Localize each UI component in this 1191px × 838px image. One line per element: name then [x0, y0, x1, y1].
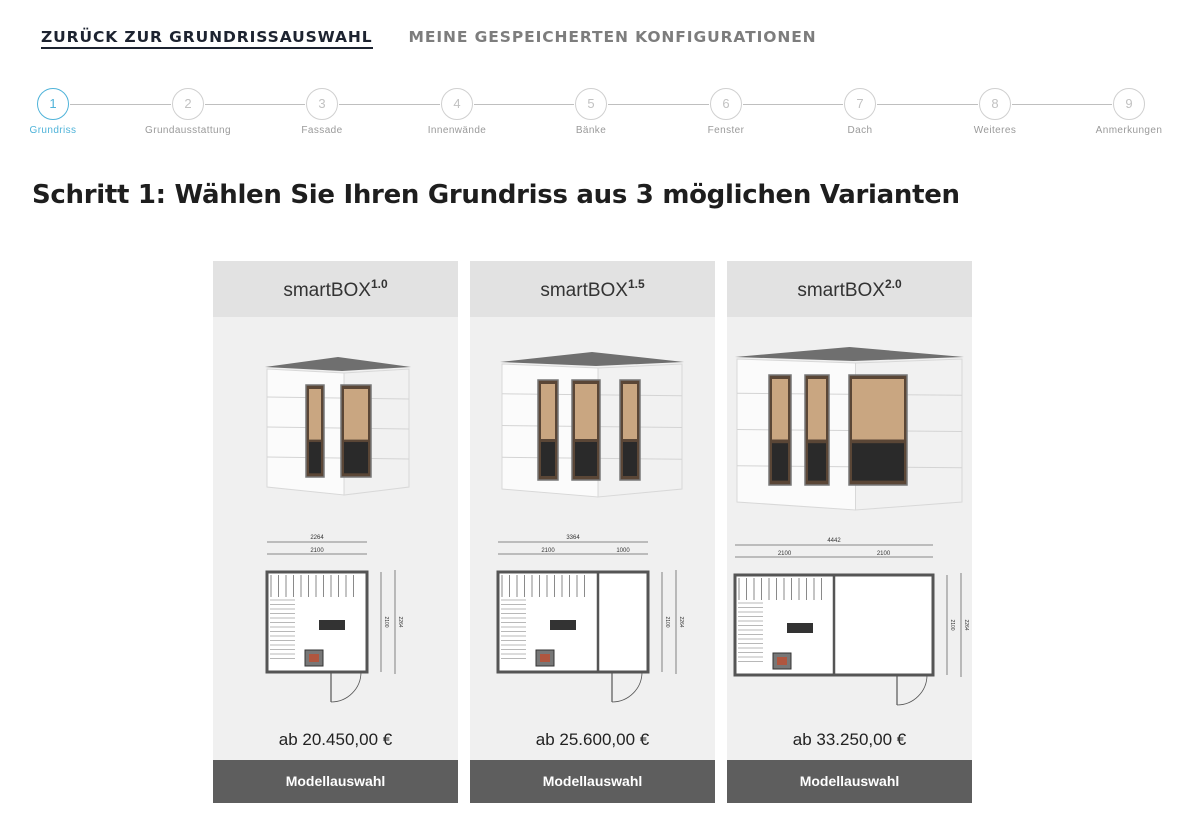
step-label: Anmerkungen [1095, 125, 1163, 136]
select-model-button[interactable]: Modellauswahl [470, 760, 715, 803]
step-label: Weiteres [973, 125, 1017, 136]
svg-text:2264: 2264 [678, 616, 684, 627]
progress-stepper: 1 Grundriss 2 Grundausstattung 3 Fassade 4 Inne… [0, 88, 1191, 138]
model-cards: smartBOX1.0 2264 2100 2100 2264 ab 20.450,00 … [213, 261, 972, 803]
model-card: smartBOX1.5 3364 2100 1000 2100 2264 ab 25.600… [470, 261, 715, 803]
step-number: 4 [441, 88, 473, 120]
svg-text:2100: 2100 [310, 548, 324, 554]
svg-text:2100: 2100 [877, 551, 891, 557]
step-label: Bänke [575, 125, 607, 136]
step-8[interactable]: 8 Weiteres [935, 88, 1055, 136]
select-model-button[interactable]: Modellauswahl [213, 760, 458, 803]
step-number: 6 [710, 88, 742, 120]
svg-text:1000: 1000 [616, 548, 630, 554]
svg-text:3364: 3364 [566, 535, 580, 541]
step-label: Fenster [707, 125, 745, 136]
step-number: 7 [844, 88, 876, 120]
model-version: 1.0 [370, 277, 388, 291]
step-number: 9 [1113, 88, 1145, 120]
sauna-render [265, 357, 411, 496]
step-number: 8 [979, 88, 1011, 120]
step-number: 2 [172, 88, 204, 120]
step-2[interactable]: 2 Grundausstattung [128, 88, 248, 136]
model-illustration: 3364 2100 1000 2100 2264 [496, 352, 684, 703]
floor-plan-diagram: 4442 2100 2100 2100 2264 [733, 538, 969, 706]
model-title: smartBOX1.0 [213, 261, 458, 317]
model-name: smartBOX [797, 280, 885, 301]
svg-text:4442: 4442 [827, 538, 841, 544]
step-label: Grundausstattung [145, 125, 231, 136]
page-title: Schritt 1: Wählen Sie Ihren Grundriss au… [32, 180, 960, 210]
step-label: Grundriss [29, 125, 77, 136]
step-6[interactable]: 6 Fenster [666, 88, 786, 136]
svg-text:2100: 2100 [949, 619, 955, 630]
step-number: 1 [37, 88, 69, 120]
saved-configurations-link[interactable]: MEINE GESPEICHERTEN KONFIGURATIONEN [409, 28, 817, 49]
step-9[interactable]: 9 Anmerkungen [1069, 88, 1189, 136]
sauna-render [735, 347, 964, 511]
top-navigation: ZURÜCK ZUR GRUNDRISSAUSWAHL MEINE GESPEI… [41, 28, 817, 49]
svg-text:2264: 2264 [310, 535, 324, 541]
model-version: 2.0 [884, 277, 902, 291]
svg-text:2100: 2100 [778, 551, 792, 557]
model-price: ab 20.450,00 € [278, 730, 393, 749]
svg-text:2100: 2100 [664, 616, 670, 627]
model-name: smartBOX [283, 280, 371, 301]
model-illustration: 4442 2100 2100 2100 2264 [733, 347, 969, 706]
svg-text:2100: 2100 [383, 616, 389, 627]
model-price: ab 33.250,00 € [792, 730, 907, 749]
select-model-button[interactable]: Modellauswahl [727, 760, 972, 803]
step-1[interactable]: 1 Grundriss [0, 88, 113, 136]
floor-plan-diagram: 3364 2100 1000 2100 2264 [496, 535, 684, 703]
sauna-render [500, 352, 684, 498]
svg-text:2264: 2264 [397, 616, 403, 627]
floor-plan-diagram: 2264 2100 2100 2264 [265, 535, 403, 703]
svg-text:2264: 2264 [963, 619, 969, 630]
step-3[interactable]: 3 Fassade [262, 88, 382, 136]
step-7[interactable]: 7 Dach [800, 88, 920, 136]
step-label: Innenwände [427, 125, 487, 136]
step-number: 3 [306, 88, 338, 120]
step-5[interactable]: 5 Bänke [531, 88, 651, 136]
model-name: smartBOX [540, 280, 628, 301]
model-price: ab 25.600,00 € [535, 730, 650, 749]
step-label: Fassade [301, 125, 343, 136]
step-label: Dach [847, 125, 873, 136]
step-4[interactable]: 4 Innenwände [397, 88, 517, 136]
svg-text:2100: 2100 [541, 548, 555, 554]
model-illustration: 2264 2100 2100 2264 [265, 357, 411, 703]
model-version: 1.5 [627, 277, 645, 291]
model-card: smartBOX1.0 2264 2100 2100 2264 ab 20.450,00 … [213, 261, 458, 803]
model-card: smartBOX2.0 4442 2100 2100 2100 2264 ab 33.250… [727, 261, 972, 803]
model-title: smartBOX2.0 [727, 261, 972, 317]
model-title: smartBOX1.5 [470, 261, 715, 317]
back-to-floorplan-link[interactable]: ZURÜCK ZUR GRUNDRISSAUSWAHL [41, 28, 373, 49]
step-number: 5 [575, 88, 607, 120]
